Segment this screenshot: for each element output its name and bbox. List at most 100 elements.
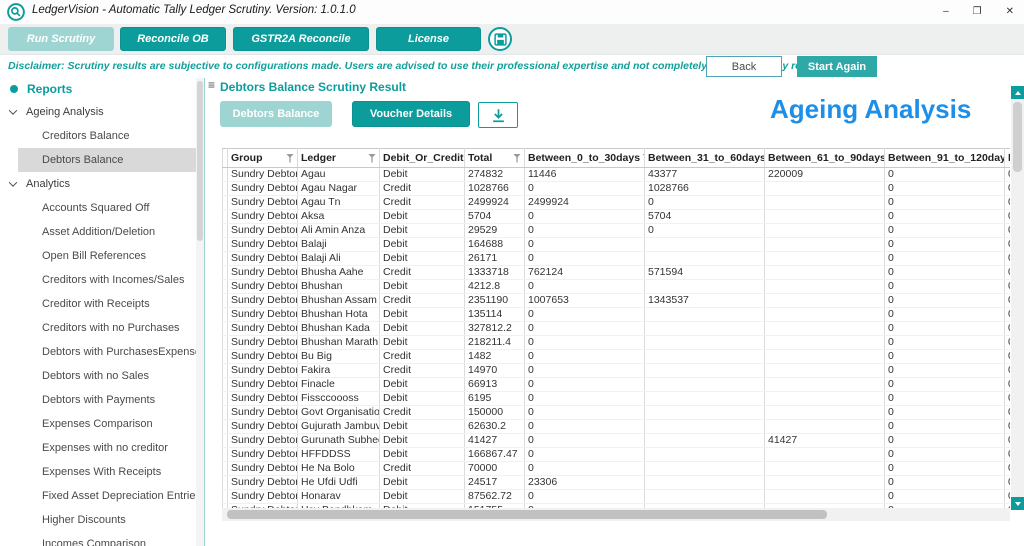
sidebar-item[interactable]: Fixed Asset Depreciation Entries <box>0 484 196 508</box>
table-row[interactable]: Sundry DebtorsBalaji AliDebit26171000 <box>222 251 1010 266</box>
table-cell: 0 <box>884 279 1005 294</box>
reconcile-ob-button[interactable]: Reconcile OB <box>120 27 226 51</box>
sidebar-splitter[interactable] <box>204 78 205 546</box>
table-row[interactable]: Sundry Debtors He Ufdi Udfi Debit 24517 2330… <box>222 475 1010 490</box>
sidebar-item[interactable]: Expenses With Receipts <box>0 460 196 484</box>
table-cell: 0 <box>1004 321 1010 336</box>
minimize-button[interactable]: – <box>943 0 949 24</box>
table-row[interactable]: Sundry Debtors Bhushan Marath Debit 218211.… <box>222 335 1010 350</box>
horizontal-scrollbar[interactable] <box>222 508 1010 521</box>
gstr2a-reconcile-button[interactable]: GSTR2A Reconcile <box>233 27 369 51</box>
table-cell <box>764 321 885 336</box>
column-header[interactable]: Between_61_to_90days <box>764 148 885 168</box>
up-arrow-icon <box>1014 90 1021 95</box>
sidebar-item[interactable]: Asset Addition/Deletion <box>0 220 196 244</box>
table-cell: Balaji Ali <box>297 251 380 266</box>
table-row[interactable]: Sundry DebtorsGujurath JambuvanDebit6263… <box>222 419 1010 434</box>
sidebar-item[interactable]: Creditors with Incomes/Sales <box>0 268 196 292</box>
table-cell: 0 <box>524 363 645 378</box>
column-header[interactable]: B <box>1004 148 1010 168</box>
table-row[interactable]: Sundry DebtorsGurunath SubhedarDebit4142… <box>222 433 1010 448</box>
sidebar-item[interactable]: Higher Discounts <box>0 508 196 532</box>
table-cell <box>644 237 765 252</box>
table-row[interactable]: Sundry DebtorsFinacleDebit66913000 <box>222 377 1010 392</box>
sidebar-item[interactable]: Creditor with Receipts <box>0 292 196 316</box>
filter-icon[interactable] <box>286 153 294 163</box>
column-header[interactable]: Total <box>464 148 525 168</box>
column-header[interactable]: Between_31_to_60days <box>644 148 765 168</box>
table-cell <box>644 461 765 476</box>
table-row[interactable]: Sundry Debtors Agau Nagar Credit 1028766 0 10… <box>222 181 1010 196</box>
vertical-scrollbar-thumb[interactable] <box>1013 102 1022 172</box>
sidebar-item[interactable]: Debtors with Payments <box>0 388 196 412</box>
maximize-button[interactable]: ❐ <box>973 0 982 24</box>
table-cell <box>764 363 885 378</box>
sidebar-item[interactable]: Expenses Comparison <box>0 412 196 436</box>
column-header[interactable]: Ledger <box>297 148 380 168</box>
table-cell: 0 <box>884 223 1005 238</box>
horizontal-scrollbar-thumb[interactable] <box>227 510 827 519</box>
table-row[interactable]: Sundry DebtorsHFFDDSSDebit166867.47000 <box>222 447 1010 462</box>
table-row[interactable]: Sundry Debtors Agau Tn Credit 2499924 249992… <box>222 195 1010 210</box>
table-row[interactable]: Sundry Debtors Govt Organisation Credit 150… <box>222 405 1010 420</box>
sidebar-item[interactable]: Creditors with no Purchases <box>0 316 196 340</box>
column-header[interactable]: Debit_Or_Credit <box>379 148 465 168</box>
table-cell: 43377 <box>644 167 765 182</box>
table-cell: 0 <box>1004 237 1010 252</box>
table-cell <box>644 405 765 420</box>
table-cell: 0 <box>884 447 1005 462</box>
table-row[interactable]: Sundry Debtors Agau Debit 274832 11446 43377 2… <box>222 167 1010 182</box>
collapse-sidebar-icon[interactable]: ≡ <box>208 79 215 91</box>
table-cell: Sundry Debtors <box>227 181 298 196</box>
table-cell: Aksa <box>297 209 380 224</box>
table-cell: 571594 <box>644 265 765 280</box>
table-row[interactable]: Sundry DebtorsFakiraCredit14970000 <box>222 363 1010 378</box>
start-again-button[interactable]: Start Again <box>797 56 877 77</box>
sidebar-item[interactable]: Open Bill References <box>0 244 196 268</box>
table-row[interactable]: Sundry Debtors Bhusha Aahe Credit 1333718 76… <box>222 265 1010 280</box>
table-row[interactable]: Sundry DebtorsHonaravDebit87562.72000 <box>222 489 1010 504</box>
sidebar-scrollbar-thumb[interactable] <box>197 81 203 241</box>
table-cell: 0 <box>524 405 645 420</box>
save-icon[interactable] <box>488 27 512 51</box>
sidebar-item[interactable]: Debtors Balance <box>18 148 196 172</box>
table-row[interactable]: Sundry DebtorsHe Na BoloCredit70000000 <box>222 461 1010 476</box>
column-header[interactable]: Between_0_to_30days <box>524 148 645 168</box>
table-row[interactable]: Sundry DebtorsBhushanDebit4212.8000 <box>222 279 1010 294</box>
table-row[interactable]: Sundry DebtorsBalajiDebit164688000 <box>222 237 1010 252</box>
table-row[interactable]: Sundry DebtorsBu BigCredit1482000 <box>222 349 1010 364</box>
sidebar-item[interactable]: Debtors with PurchasesExpenses <box>0 340 196 364</box>
sidebar-scrollbar[interactable] <box>196 78 204 546</box>
sidebar-group-1[interactable]: Analytics <box>0 172 196 196</box>
tab-voucher-details[interactable]: Voucher Details <box>352 101 470 127</box>
sidebar-item[interactable]: Debtors with no Sales <box>0 364 196 388</box>
download-button[interactable] <box>478 102 518 128</box>
table-cell: 1482 <box>464 349 525 364</box>
table-row[interactable]: Sundry DebtorsBhushan HotaDebit135114000 <box>222 307 1010 322</box>
scroll-up-button[interactable] <box>1011 86 1024 99</box>
column-header[interactable]: Between_91_to_120days <box>884 148 1005 168</box>
table-row[interactable]: Sundry DebtorsAksaDebit57040570400 <box>222 209 1010 224</box>
vertical-scrollbar[interactable] <box>1011 86 1024 510</box>
table-row[interactable]: Sundry Debtors Ali Amin Anza Debit 29529 0 0 0… <box>222 223 1010 238</box>
sidebar-item[interactable]: Expenses with no creditor <box>0 436 196 460</box>
sidebar-item[interactable]: Accounts Squared Off <box>0 196 196 220</box>
table-row[interactable]: Sundry DebtorsFissccooossDebit6195000 <box>222 391 1010 406</box>
tab-debtors-balance[interactable]: Debtors Balance <box>220 101 332 127</box>
table-cell: 150000 <box>464 405 525 420</box>
sidebar-group-0[interactable]: Ageing Analysis <box>0 100 196 124</box>
expander-icon[interactable] <box>8 106 18 115</box>
expander-icon[interactable] <box>8 178 18 187</box>
sidebar-item[interactable]: Creditors Balance <box>0 124 196 148</box>
sidebar-item[interactable]: Incomes Comparison <box>0 532 196 546</box>
table-row[interactable]: Sundry Debtors Bhushan Assam Credit 2351190… <box>222 293 1010 308</box>
close-button[interactable]: ✕ <box>1006 0 1014 24</box>
scroll-down-button[interactable] <box>1011 497 1024 510</box>
column-header[interactable]: Group <box>227 148 298 168</box>
table-row[interactable]: Sundry Debtors Bhushan Kada Debit 327812.2 0… <box>222 321 1010 336</box>
filter-icon[interactable] <box>368 153 376 163</box>
license-button[interactable]: License <box>376 27 481 51</box>
back-button[interactable]: Back <box>706 56 782 77</box>
filter-icon[interactable] <box>513 153 521 163</box>
run-scrutiny-button[interactable]: Run Scrutiny <box>8 27 114 51</box>
